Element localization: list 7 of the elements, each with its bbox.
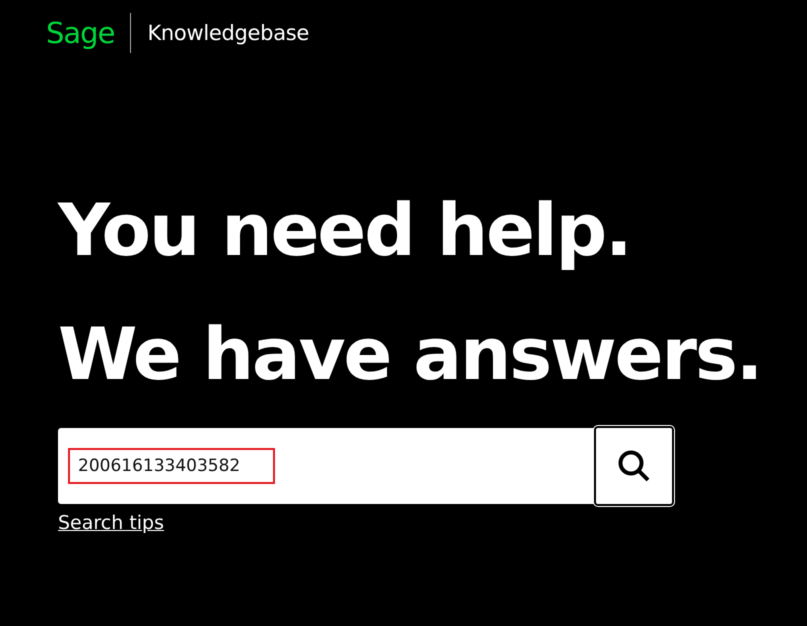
search-field[interactable]: 200616133403582 <box>68 448 275 484</box>
headline: We have answers. <box>58 318 762 390</box>
search-tips-link[interactable]: Search tips <box>58 512 164 534</box>
logo: Sage <box>46 18 114 48</box>
search-icon <box>616 448 652 484</box>
search-button[interactable] <box>594 426 674 506</box>
site-title: Knowledgebase <box>147 21 310 45</box>
